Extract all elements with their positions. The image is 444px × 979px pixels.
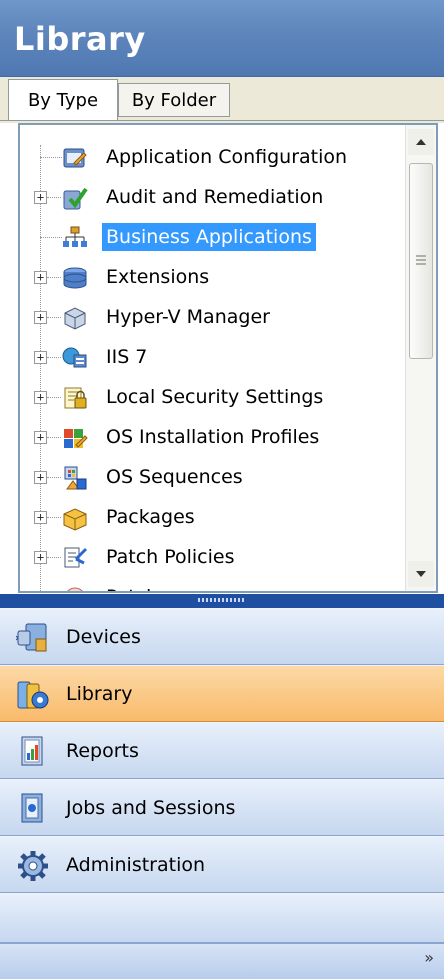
library-tree: Application Configuration + Audit and Re…	[18, 123, 438, 593]
tree-item-label: Packages	[106, 506, 195, 528]
overflow-chevron-icon[interactable]: »	[424, 948, 434, 967]
nav-label: Library	[66, 683, 133, 705]
tree-content: Application Configuration + Audit and Re…	[20, 125, 406, 591]
app-config-icon	[63, 148, 87, 168]
scroll-thumb[interactable]	[409, 163, 433, 359]
audit-icon	[63, 187, 88, 210]
expand-icon[interactable]: +	[34, 191, 47, 204]
library-icon	[17, 681, 49, 709]
nav-label: Administration	[66, 854, 206, 876]
tree-item-label: Patches	[102, 583, 184, 591]
tree-item-patch-policies[interactable]: + Patch Policies	[20, 537, 406, 577]
tree-item-label: Business Applications	[102, 223, 316, 251]
expand-icon[interactable]: +	[34, 391, 47, 404]
tree-connector-line	[47, 317, 61, 318]
iis-icon	[62, 347, 87, 368]
tree-item-os-installation-profiles[interactable]: + OS Installation Profiles	[20, 417, 406, 457]
tree-item-label: OS Installation Profiles	[106, 426, 320, 448]
tree-item-iis-7[interactable]: + IIS 7	[20, 337, 406, 377]
tab-divider	[0, 120, 444, 121]
jobs-icon	[21, 793, 43, 823]
devices-icon	[16, 623, 47, 652]
tree-item-application-configuration[interactable]: Application Configuration	[20, 137, 406, 177]
security-icon	[64, 387, 87, 409]
tree-item-label: Hyper-V Manager	[106, 306, 270, 328]
splitter-grip	[198, 598, 246, 602]
tab-strip: By Type By Folder	[0, 77, 444, 123]
tab-by-type[interactable]: By Type	[8, 79, 118, 120]
tree-connector-line	[47, 477, 61, 478]
arrow-up-icon	[416, 139, 426, 145]
tree-item-label: Local Security Settings	[106, 386, 324, 408]
panel-title: Library	[14, 20, 146, 58]
gear-icon	[18, 851, 48, 881]
reports-icon	[21, 736, 43, 766]
tree-item-label: Patch Policies	[106, 546, 235, 568]
scroll-down-button[interactable]	[408, 561, 434, 587]
expand-icon[interactable]: +	[34, 271, 47, 284]
tree-connector-line	[47, 357, 61, 358]
nav-label: Jobs and Sessions	[66, 797, 236, 819]
extensions-icon	[63, 267, 87, 289]
panel-header: Library	[0, 0, 444, 77]
os-profiles-icon	[64, 429, 88, 448]
tree-item-label: Extensions	[106, 266, 210, 288]
nav-administration[interactable]: Administration	[0, 836, 444, 893]
library-panel: Library By Type By Folder Application Co…	[0, 0, 444, 979]
expand-icon[interactable]: +	[34, 311, 47, 324]
org-chart-icon	[63, 226, 87, 247]
tree-connector-line	[47, 517, 61, 518]
expand-icon[interactable]: +	[34, 591, 47, 593]
nav-reports[interactable]: Reports	[0, 722, 444, 779]
tree-item-label: IIS 7	[106, 346, 148, 368]
tab-by-folder[interactable]: By Folder	[118, 83, 230, 117]
packages-icon	[63, 508, 87, 531]
os-sequences-icon	[64, 466, 87, 490]
nav-label: Devices	[66, 626, 141, 648]
nav-devices[interactable]: Devices	[0, 608, 444, 665]
hyperv-icon	[64, 307, 86, 330]
tree-connector-line	[40, 237, 62, 238]
expand-icon[interactable]: +	[34, 471, 47, 484]
tree-item-local-security-settings[interactable]: + Local Security Settings	[20, 377, 406, 417]
scroll-up-button[interactable]	[408, 129, 434, 155]
tree-item-business-applications[interactable]: Business Applications	[20, 217, 406, 257]
tree-scrollbar[interactable]	[405, 125, 436, 591]
tree-item-packages[interactable]: + Packages	[20, 497, 406, 537]
tree-connector-line	[40, 157, 62, 158]
nav-library[interactable]: Library	[0, 665, 444, 722]
grip-icon	[416, 255, 426, 265]
tree-connector-line	[47, 397, 61, 398]
tree-item-os-sequences[interactable]: + OS Sequences	[20, 457, 406, 497]
panel-splitter[interactable]	[0, 594, 444, 608]
nav-jobs-and-sessions[interactable]: Jobs and Sessions	[0, 779, 444, 836]
nav-label: Reports	[66, 740, 139, 762]
tree-connector-line	[47, 197, 61, 198]
patches-icon	[67, 587, 83, 591]
expand-icon[interactable]: +	[34, 351, 47, 364]
tree-item-hyper-v-manager[interactable]: + Hyper-V Manager	[20, 297, 406, 337]
tree-connector-line	[47, 277, 61, 278]
arrow-down-icon	[416, 571, 426, 577]
tree-connector-line	[47, 437, 61, 438]
tree-item-label: Application Configuration	[106, 146, 348, 168]
tree-item-patches[interactable]: + Patches	[20, 577, 406, 593]
patch-policies-icon	[64, 547, 88, 568]
tree-item-label: Audit and Remediation	[106, 186, 324, 208]
tree-item-audit-and-remediation[interactable]: + Audit and Remediation	[20, 177, 406, 217]
expand-icon[interactable]: +	[34, 551, 47, 564]
tree-item-extensions[interactable]: + Extensions	[20, 257, 406, 297]
expand-icon[interactable]: +	[34, 511, 47, 524]
nav-empty-slot	[0, 893, 444, 943]
expand-icon[interactable]: +	[34, 431, 47, 444]
tree-connector-line	[47, 557, 61, 558]
nav-footer: »	[0, 943, 444, 979]
tree-item-label: OS Sequences	[106, 466, 243, 488]
